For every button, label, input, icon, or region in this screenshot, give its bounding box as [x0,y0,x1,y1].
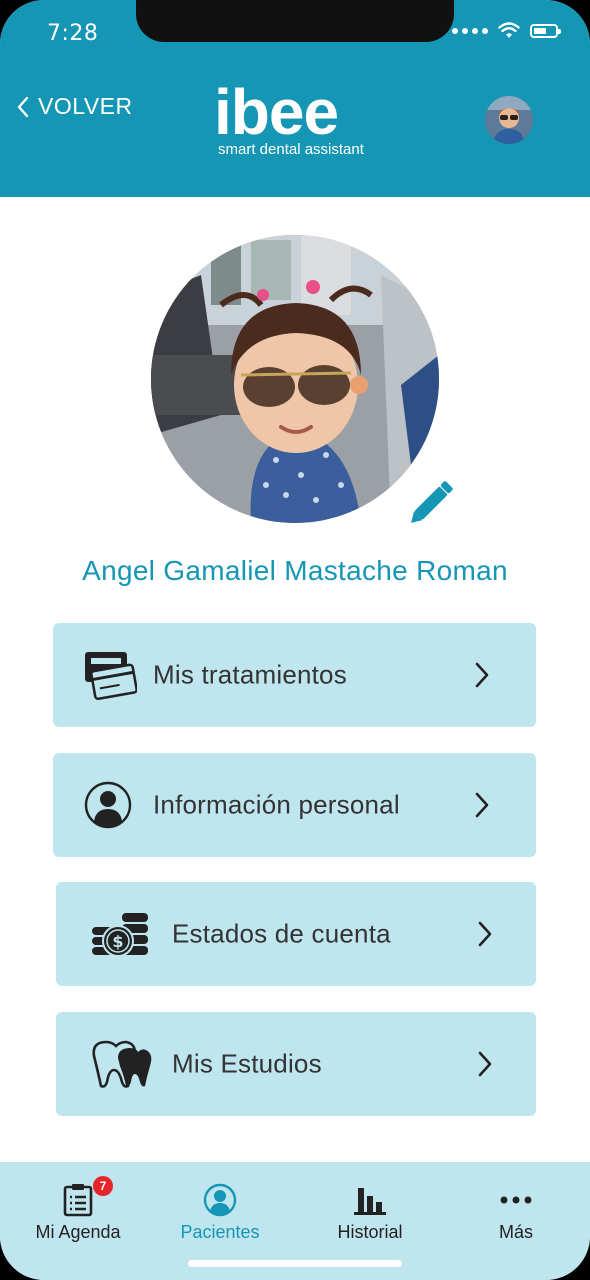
device-notch [136,0,454,42]
nav-mi-agenda[interactable]: 7 Mi Agenda [8,1176,148,1243]
menu-mis-tratamientos[interactable]: Mis tratamientos [53,623,536,727]
logo-tagline: smart dental assistant [218,141,364,158]
coins-icon: $ [92,913,148,957]
app-header: 7:28 VOLVER ibee smart dental assistant [0,0,590,197]
battery-icon [530,23,561,38]
agenda-icon [63,1184,93,1217]
logo-word: ibee [214,76,339,148]
ibee-logo: ibee smart dental assistant [214,76,384,158]
menu-informacion-personal[interactable]: Información personal [53,753,536,857]
wifi-icon [498,22,520,38]
nav-label: Mi Agenda [35,1222,121,1242]
back-button[interactable]: VOLVER [16,93,133,120]
menu-mis-estudios[interactable]: Mis Estudios [56,1012,536,1116]
app-screen: 7:28 VOLVER ibee smart dental assistant [0,0,590,1280]
patient-icon [203,1183,237,1217]
menu-estados-de-cuenta[interactable]: $ Estados de cuenta [56,882,536,986]
edit-photo-button[interactable] [404,472,462,530]
patient-photo-image [151,235,439,523]
pencil-icon [411,481,453,523]
user-circle-icon [84,781,132,829]
signal-icon [452,27,488,34]
tooth-icon [92,1040,152,1088]
user-avatar[interactable] [485,96,533,144]
nav-label: Pacientes [180,1222,260,1242]
svg-text:$: $ [112,932,123,951]
chevron-right-icon [475,792,489,818]
nav-label: Historial [337,1222,403,1242]
patient-photo [151,235,439,523]
chevron-right-icon [475,662,489,688]
nav-pacientes[interactable]: Pacientes [150,1180,290,1243]
home-indicator [188,1260,402,1267]
menu-label: Mis tratamientos [153,659,347,690]
menu-label: Estados de cuenta [172,918,391,949]
nav-label: Más [498,1222,533,1242]
avatar-photo [485,96,533,144]
status-icons [452,22,561,39]
nav-mas[interactable]: Más [446,1180,586,1243]
back-label: VOLVER [38,93,133,119]
menu-label: Información personal [153,789,400,820]
agenda-badge: 7 [93,1176,113,1196]
status-time: 7:28 [47,21,99,46]
nav-historial[interactable]: Historial [300,1180,440,1243]
chevron-right-icon [478,921,492,947]
patient-name: Angel Gamaliel Mastache Roman [82,555,508,586]
bar-chart-icon [354,1188,386,1215]
chevron-right-icon [478,1051,492,1077]
menu-label: Mis Estudios [172,1048,322,1079]
more-dots-icon [500,1196,532,1204]
payment-card-icon [85,652,137,700]
chevron-left-icon [17,96,29,117]
